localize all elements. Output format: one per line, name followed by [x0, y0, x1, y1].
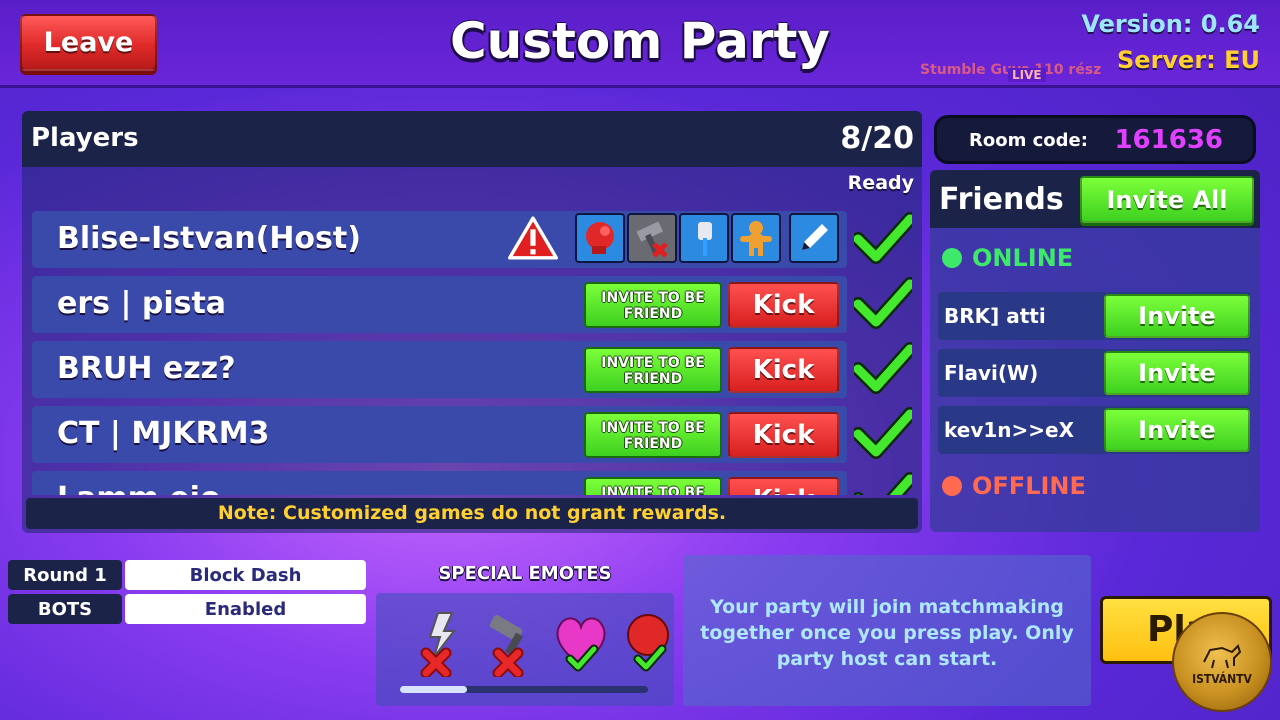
friend-row: BRK] atti Invite	[938, 292, 1250, 340]
ready-check-icon	[851, 341, 912, 396]
friend-name: Flavi(W)	[944, 361, 1039, 385]
channel-logo-text: ISTVÁNTV	[1192, 672, 1252, 686]
friends-header: Friends Invite All	[930, 170, 1260, 228]
friends-title: Friends	[939, 182, 1064, 217]
offline-dot-icon	[942, 476, 962, 496]
round-map-select[interactable]: Block Dash	[125, 560, 366, 590]
warning-icon[interactable]	[508, 213, 558, 263]
hammer-emote-disabled-icon[interactable]	[480, 607, 542, 679]
version-label: Version: 0.64	[1081, 10, 1260, 38]
boxing-glove-emote-enabled-icon[interactable]	[624, 607, 674, 672]
special-emotes-box[interactable]	[376, 593, 674, 706]
ready-check-icon	[851, 211, 912, 266]
invite-friend-button[interactable]: Invite	[1104, 408, 1250, 452]
matchmaking-info: Your party will join matchmaking togethe…	[683, 555, 1091, 706]
bots-label: BOTS	[8, 594, 122, 624]
players-count: 8/20	[840, 121, 914, 156]
channel-logo: ISTVÁNTV	[1172, 612, 1272, 712]
invite-to-be-friend-button[interactable]: INVITE TO BE FRIEND	[584, 282, 722, 328]
players-panel: Players 8/20 Ready Blise-Istvan(Host) er…	[22, 111, 922, 533]
kick-button[interactable]: Kick	[728, 477, 839, 495]
friend-row: kev1n>>eX Invite	[938, 406, 1250, 454]
rewards-note: Note: Customized games do not grant rewa…	[26, 498, 918, 529]
player-row: ers | pista INVITE TO BE FRIEND Kick	[32, 276, 912, 333]
lightning-emote-disabled-icon[interactable]	[412, 607, 474, 679]
friend-name: kev1n>>eX	[944, 418, 1075, 442]
boxing-glove-emote-icon[interactable]	[575, 213, 625, 263]
hammer-emote-locked-icon[interactable]	[627, 213, 677, 263]
players-header: Players 8/20	[22, 111, 922, 167]
room-code-label: Room code:	[969, 130, 1088, 151]
server-label: Server: EU	[1117, 46, 1260, 74]
kick-button[interactable]: Kick	[728, 347, 839, 393]
kick-button[interactable]: Kick	[728, 412, 839, 458]
invite-to-be-friend-button[interactable]: INVITE TO BE FRIEND	[584, 412, 722, 458]
invite-to-be-friend-button[interactable]: INVITE TO BE FRIEND	[584, 477, 722, 495]
bots-toggle[interactable]: Enabled	[125, 594, 366, 624]
player-name: CT | MJKRM3	[57, 416, 270, 451]
players-title: Players	[31, 123, 139, 153]
ready-check-icon	[851, 276, 912, 331]
online-section-header: ONLINE	[942, 244, 1073, 272]
offline-section-header: OFFLINE	[942, 472, 1086, 500]
emotes-scroll-thumb[interactable]	[400, 686, 467, 693]
player-name: ers | pista	[57, 286, 227, 321]
invite-friend-button[interactable]: Invite	[1104, 351, 1250, 395]
friend-name: BRK] atti	[944, 304, 1046, 328]
room-code-box[interactable]: Room code: 161636	[934, 115, 1256, 164]
kick-button[interactable]: Kick	[728, 282, 839, 328]
friends-panel: Friends Invite All ONLINE BRK] atti Invi…	[930, 170, 1260, 532]
invite-friend-button[interactable]: Invite	[1104, 294, 1250, 338]
spatula-emote-icon[interactable]	[679, 213, 729, 263]
player-name: BRUH ezz?	[57, 351, 236, 386]
friend-row: Flavi(W) Invite	[938, 349, 1250, 397]
player-list[interactable]: Blise-Istvan(Host) ers | pista INVITE TO…	[32, 211, 912, 495]
ready-check-icon	[852, 471, 912, 495]
edit-pencil-icon[interactable]	[789, 213, 839, 263]
matchmaking-info-text: Your party will join matchmaking togethe…	[700, 596, 1074, 670]
room-code-value: 161636	[1114, 125, 1223, 155]
player-row: Lamm ejo INVITE TO BE FRIEND Kick	[32, 471, 912, 495]
online-label: ONLINE	[972, 244, 1074, 272]
live-badge: LIVE	[1008, 68, 1046, 82]
player-row: BRUH ezz? INVITE TO BE FRIEND Kick	[32, 341, 912, 398]
round-label: Round 1	[8, 560, 122, 590]
offline-label: OFFLINE	[972, 472, 1086, 500]
gingerbread-emote-icon[interactable]	[731, 213, 781, 263]
player-row: CT | MJKRM3 INVITE TO BE FRIEND Kick	[32, 406, 912, 463]
player-name: Lamm ejo	[57, 481, 221, 495]
ready-column-label: Ready	[847, 172, 914, 194]
invite-to-be-friend-button[interactable]: INVITE TO BE FRIEND	[584, 347, 722, 393]
special-emotes-title: SPECIAL EMOTES	[438, 563, 612, 584]
ready-check-icon	[851, 406, 912, 461]
player-row: Blise-Istvan(Host)	[32, 211, 912, 268]
heart-emote-enabled-icon[interactable]	[550, 607, 612, 672]
online-dot-icon	[942, 248, 962, 268]
player-name: Blise-Istvan(Host)	[57, 221, 361, 256]
invite-all-button[interactable]: Invite All	[1080, 176, 1254, 223]
